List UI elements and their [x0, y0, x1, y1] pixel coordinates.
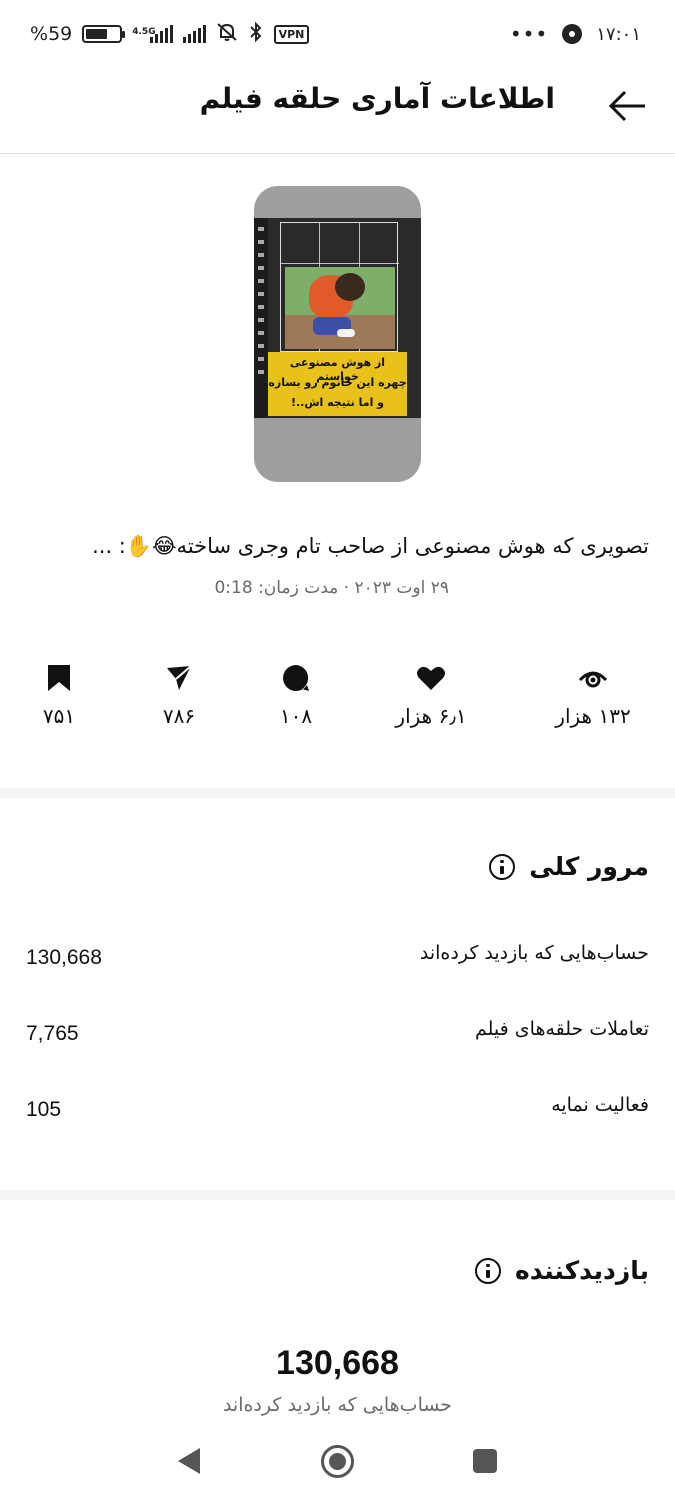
comments-stat: ۱۰۸: [241, 660, 351, 728]
duration-value: 0:18: [214, 578, 253, 598]
section-divider: [0, 1190, 675, 1200]
crop-frame: [280, 222, 399, 353]
nav-recents-icon[interactable]: [473, 1449, 497, 1473]
likes-count: ۶٫۱ هزار: [395, 704, 467, 728]
views-count: ۱۳۲ هزار: [555, 704, 631, 728]
mute-icon: [216, 22, 238, 46]
eye-icon: [578, 671, 608, 688]
battery-percent: %59: [30, 23, 73, 45]
status-bar: %59 4.5G VPN ••• ۱۷:۰۱: [0, 0, 675, 68]
reel-thumbnail[interactable]: از هوش مصنوعی خواستم چهره این خانوم رو ب…: [254, 186, 421, 482]
more-dots-icon: •••: [509, 22, 549, 46]
overview-row: حساب‌هایی که بازدید کرده‌اند 130,668: [26, 942, 649, 978]
duration-label: مدت زمان:: [258, 578, 339, 598]
shares-stat: ۷۸۶: [124, 660, 234, 728]
comment-icon: [283, 665, 309, 691]
status-bar-right: ••• ۱۷:۰۱: [510, 18, 641, 50]
post-meta: ۲۹ اوت ۲۰۲۳ · مدت زمان: 0:18: [214, 578, 449, 598]
overview-title: مرور کلی: [489, 852, 649, 881]
row-value: 105: [26, 1098, 62, 1121]
row-value: 7,765: [26, 1022, 79, 1045]
row-label: فعالیت نمایه: [551, 1094, 649, 1116]
top-app-bar: اطلاعات آماری حلقه فیلم: [0, 68, 675, 154]
shares-count: ۷۸۶: [162, 704, 196, 728]
mobile-signal-1: 4.5G: [132, 25, 173, 43]
meta-separator: ·: [343, 578, 350, 598]
nav-home-icon[interactable]: [321, 1445, 354, 1478]
thumbnail-image: از هوش مصنوعی خواستم چهره این خانوم رو ب…: [254, 218, 421, 418]
row-value: 130,668: [26, 946, 102, 969]
back-button[interactable]: [603, 84, 651, 128]
info-icon[interactable]: [489, 853, 516, 880]
status-bar-left: %59 4.5G VPN: [30, 18, 310, 50]
post-date: ۲۹ اوت ۲۰۲۳: [354, 578, 449, 598]
editor-toolbar: [254, 218, 268, 418]
network-type: 4.5G: [132, 27, 156, 37]
comments-count: ۱۰۸: [279, 704, 313, 728]
heart-icon: [417, 666, 445, 690]
post-description[interactable]: تصویری که هوش مصنوعی از صاحب تام وجری سا…: [49, 530, 649, 562]
viewers-total: 130,668: [276, 1344, 399, 1382]
battery-icon: [82, 25, 126, 43]
section-divider: [0, 788, 675, 798]
vpn-badge: VPN: [273, 24, 310, 44]
thumbnail-caption: از هوش مصنوعی خواستم چهره این خانوم رو ب…: [268, 352, 407, 416]
overview-row[interactable]: فعالیت نمایه 105: [26, 1094, 649, 1130]
location-icon: [562, 24, 583, 44]
viewers-total-label: حساب‌هایی که بازدید کرده‌اند: [222, 1394, 453, 1416]
viewers-title: بازدیدکننده: [475, 1256, 649, 1285]
bookmark-icon: [48, 665, 70, 691]
likes-stat: ۶٫۱ هزار: [376, 660, 486, 728]
saves-stat: ۷۵۱: [4, 660, 114, 728]
info-icon[interactable]: [475, 1257, 502, 1284]
arrow-left-icon: [608, 90, 645, 122]
page-title: اطلاعات آماری حلقه فیلم: [199, 82, 555, 115]
row-label: حساب‌هایی که بازدید کرده‌اند: [419, 942, 649, 964]
views-stat: ۱۳۲ هزار: [538, 660, 648, 728]
cartoon-scene: [285, 267, 395, 349]
send-icon: [167, 665, 192, 690]
saves-count: ۷۵۱: [42, 704, 76, 728]
system-nav-bar: [0, 1428, 675, 1500]
nav-back-icon[interactable]: [178, 1448, 200, 1474]
bluetooth-icon: [248, 21, 264, 46]
row-label: تعاملات حلقه‌های فیلم: [475, 1018, 649, 1040]
signal-icon: [182, 25, 206, 43]
clock: ۱۷:۰۱: [596, 23, 641, 45]
overview-row[interactable]: تعاملات حلقه‌های فیلم 7,765: [26, 1018, 649, 1054]
